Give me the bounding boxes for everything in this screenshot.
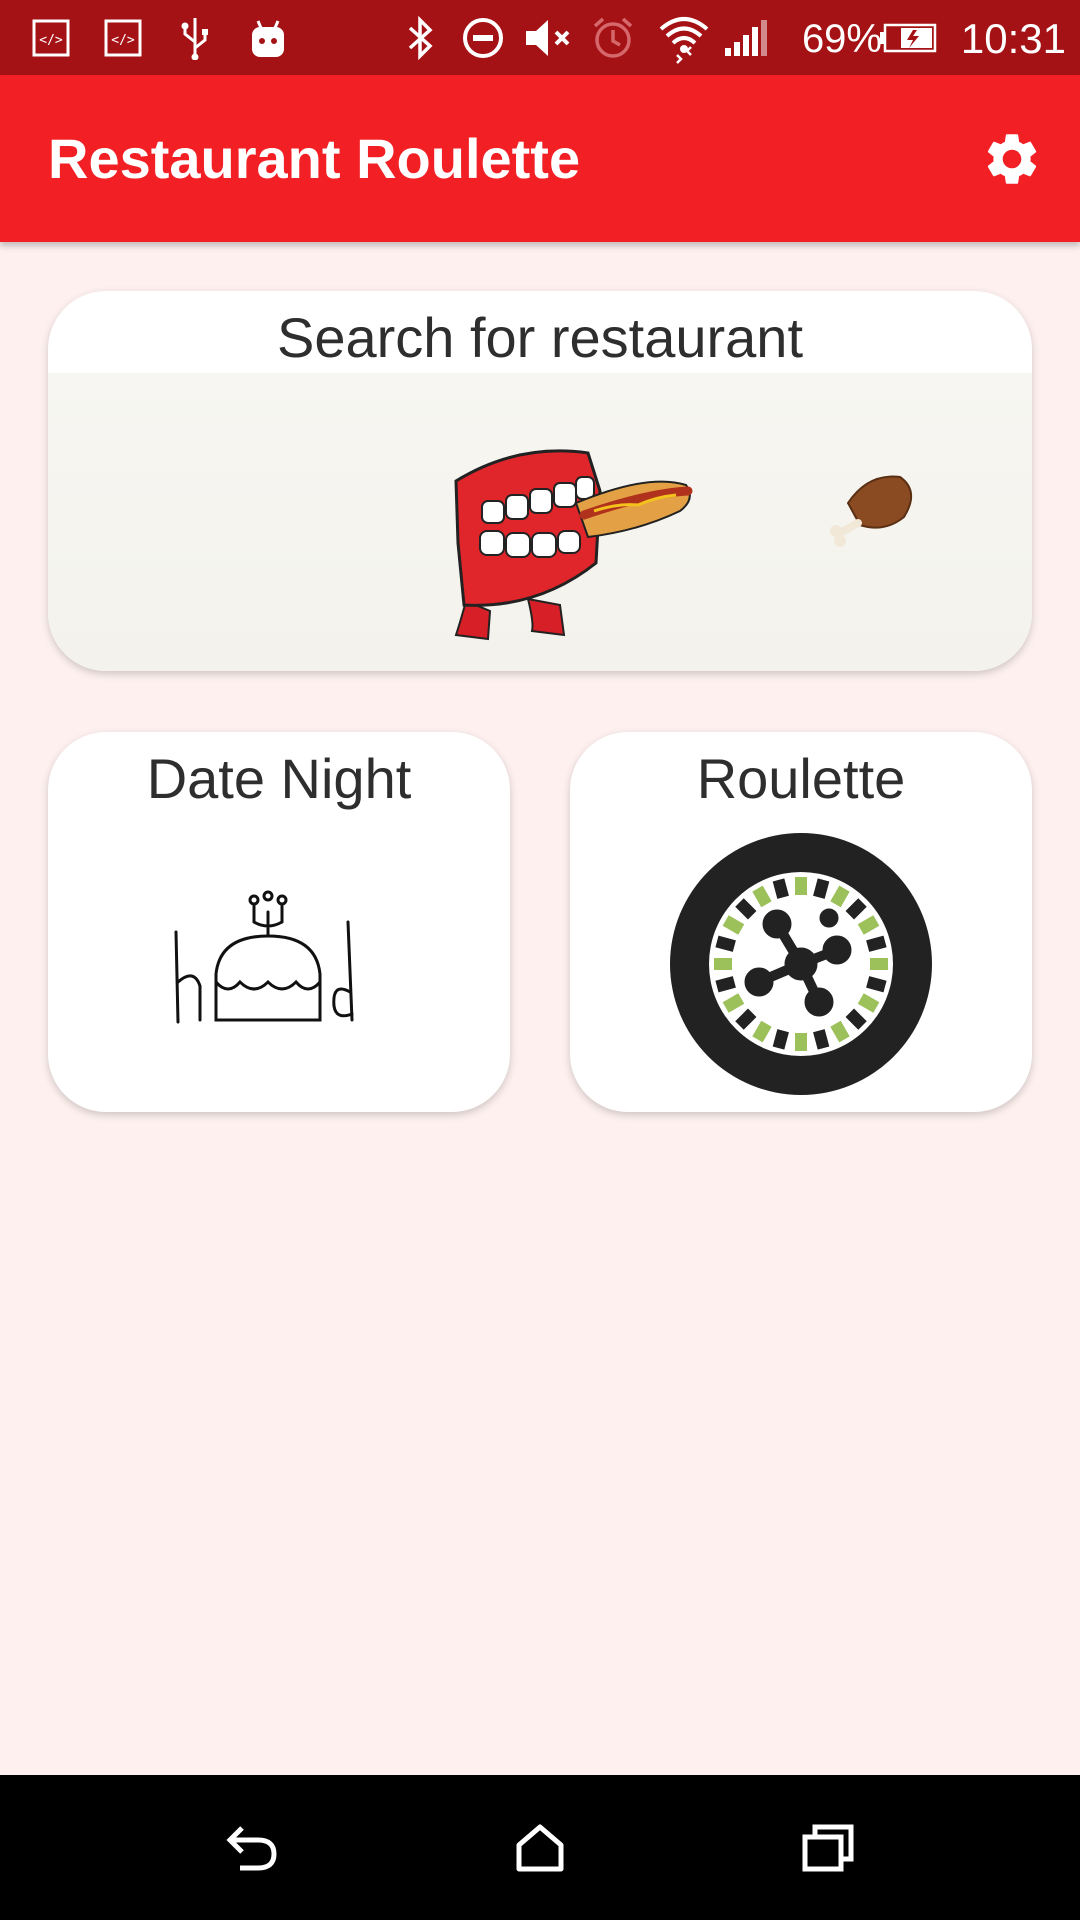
- roulette-pocket: [714, 958, 732, 970]
- battery-percent: 69%: [801, 17, 882, 61]
- signal-icon: [722, 0, 772, 75]
- roulette-pocket: [795, 1033, 807, 1051]
- alarm-icon: [590, 0, 636, 75]
- navigation-bar: [0, 1775, 1080, 1920]
- back-icon: [226, 1825, 277, 1870]
- recents-icon: [802, 1824, 854, 1871]
- do-not-disturb-icon: [460, 0, 506, 75]
- gear-icon: [987, 134, 1037, 184]
- search-restaurant-card[interactable]: Search for restaurant: [48, 291, 1032, 671]
- roulette-pocket: [795, 877, 807, 895]
- home-icon: [516, 1824, 564, 1871]
- roulette-pocket: [870, 958, 888, 970]
- app-title: Restaurant Roulette: [48, 127, 581, 190]
- dev-code-icon: </>: [102, 0, 144, 75]
- android-icon: [246, 0, 290, 75]
- settings-button[interactable]: [978, 125, 1046, 193]
- search-card-title: Search for restaurant: [276, 306, 804, 369]
- app-bar: Restaurant Roulette: [0, 75, 1080, 242]
- svg-text:</>: </>: [111, 33, 135, 48]
- status-bar: </> </> 69% 10:31: [0, 0, 1080, 75]
- date-night-card-title: Date Night: [146, 747, 412, 810]
- roulette-card-title: Roulette: [696, 747, 906, 810]
- clock: 10:31: [960, 15, 1066, 62]
- chattering-teeth-illustration: [48, 373, 1032, 671]
- recents-button[interactable]: [768, 1775, 888, 1920]
- mute-icon: [522, 0, 574, 75]
- back-button[interactable]: [192, 1775, 312, 1920]
- bluetooth-icon: [402, 0, 438, 75]
- svg-text:</>: </>: [39, 33, 63, 48]
- battery-charging-icon: [878, 0, 938, 75]
- roulette-card[interactable]: Roulette: [570, 732, 1032, 1112]
- usb-icon: [174, 0, 216, 75]
- home-button[interactable]: [480, 1775, 600, 1920]
- wifi-icon: [656, 0, 712, 75]
- dinner-cake-icon: [174, 890, 354, 1024]
- date-night-card[interactable]: Date Night: [48, 732, 510, 1112]
- roulette-wheel-icon: [670, 833, 932, 1095]
- dev-code-icon: </>: [30, 0, 72, 75]
